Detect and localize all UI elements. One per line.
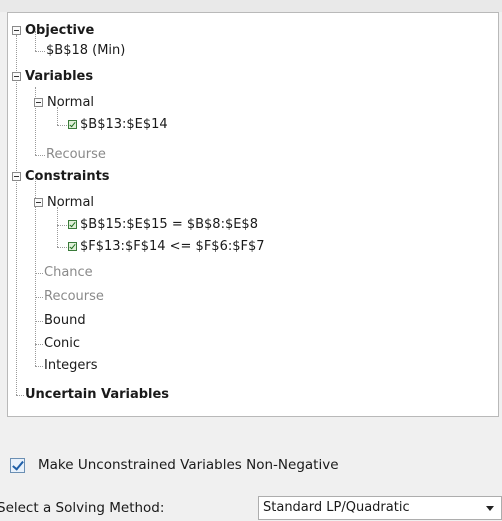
tree-node-uncertain-variables[interactable]: Uncertain Variables	[25, 385, 169, 405]
nonneg-checkbox[interactable]	[10, 458, 25, 473]
tree-line	[57, 225, 67, 226]
tree-node-conic[interactable]: Conic	[44, 334, 80, 354]
tree-node-variables[interactable]: Variables	[25, 67, 93, 87]
tree-node-variable-range[interactable]: $B$13:$E$14	[80, 115, 168, 135]
checkbox-icon[interactable]	[68, 220, 77, 229]
tree-line	[35, 155, 45, 156]
tree-node-constraints-normal[interactable]: Normal	[47, 193, 94, 213]
tree-line	[35, 344, 43, 345]
tree-line	[35, 366, 43, 367]
tree-node-objective-cell[interactable]: $B$18 (Min)	[46, 41, 125, 61]
tree-node-variables-recourse[interactable]: Recourse	[46, 145, 106, 165]
tree-node-constraint-1[interactable]: $B$15:$E$15 = $B$8:$E$8	[80, 215, 258, 235]
nonneg-label[interactable]: Make Unconstrained Variables Non-Negativ…	[38, 455, 339, 475]
collapse-constraints-normal-icon[interactable]	[34, 198, 43, 207]
tree-node-objective[interactable]: Objective	[25, 21, 94, 41]
tree-line	[35, 51, 45, 52]
tree-node-bound[interactable]: Bound	[44, 311, 86, 331]
collapse-objective-icon[interactable]	[12, 26, 21, 35]
tree-line	[57, 125, 67, 126]
solving-method-value: Standard LP/Quadratic	[263, 500, 410, 515]
tree-line	[35, 297, 43, 298]
tree-node-chance[interactable]: Chance	[44, 263, 93, 283]
tree-line	[57, 207, 58, 247]
tree-line	[16, 35, 17, 395]
collapse-constraints-icon[interactable]	[12, 172, 21, 181]
tree-line	[35, 273, 43, 274]
solving-method-label: Select a Solving Method:	[0, 500, 165, 516]
collapse-variables-normal-icon[interactable]	[34, 98, 43, 107]
title-strip	[0, 0, 502, 12]
checkbox-icon[interactable]	[68, 242, 77, 251]
tree-node-constraints[interactable]: Constraints	[25, 167, 110, 187]
tree-line	[16, 395, 24, 396]
chevron-down-icon[interactable]	[486, 506, 494, 511]
tree-node-integers[interactable]: Integers	[44, 356, 98, 376]
solving-method-select[interactable]: Standard LP/Quadratic	[258, 496, 502, 520]
tree-node-variables-normal[interactable]: Normal	[47, 93, 94, 113]
tree-node-constraints-recourse[interactable]: Recourse	[44, 287, 104, 307]
model-tree[interactable]: Objective $B$18 (Min) Variables Normal $…	[7, 12, 499, 417]
tree-node-constraint-2[interactable]: $F$13:$F$14 <= $F$6:$F$7	[80, 237, 265, 257]
checkbox-icon[interactable]	[68, 120, 77, 129]
tree-line	[57, 247, 67, 248]
tree-line	[35, 321, 43, 322]
collapse-variables-icon[interactable]	[12, 72, 21, 81]
